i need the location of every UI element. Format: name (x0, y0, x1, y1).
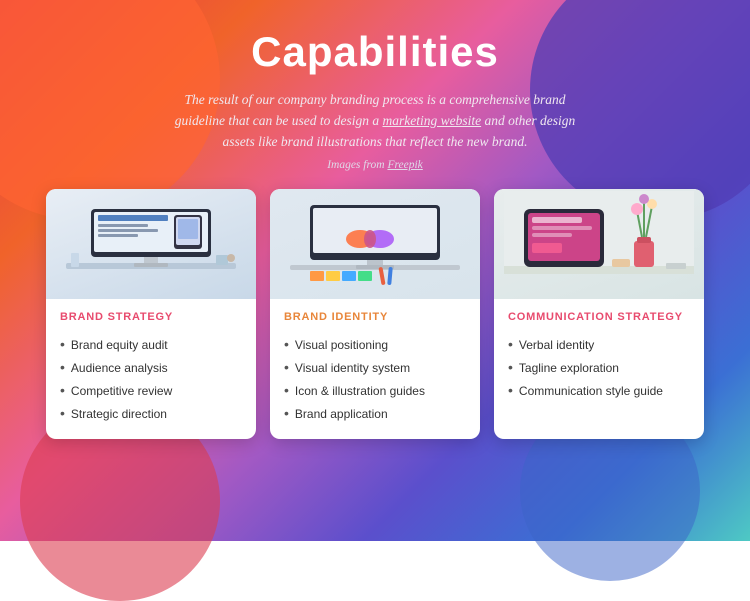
mockup-brand-strategy (46, 189, 256, 299)
card-category-brand-identity: BRAND IDENTITY (284, 311, 466, 323)
card-list-brand-identity: Visual positioning Visual identity syste… (284, 333, 466, 425)
list-item: Competitive review (60, 379, 242, 402)
card-body-brand-identity: BRAND IDENTITY Visual positioning Visual… (270, 299, 480, 439)
list-item: Visual identity system (284, 356, 466, 379)
card-communication-strategy: COMMUNICATION STRATEGY Verbal identity T… (494, 189, 704, 439)
list-item: Brand application (284, 402, 466, 425)
card-body-brand-strategy: BRAND STRATEGY Brand equity audit Audien… (46, 299, 256, 439)
card-brand-identity: BRAND IDENTITY Visual positioning Visual… (270, 189, 480, 439)
image-credit-prefix: Images from (327, 159, 387, 171)
subtitle: The result of our company branding proce… (165, 90, 585, 153)
card-list-communication-strategy: Verbal identity Tagline exploration Comm… (508, 333, 690, 402)
card-image-brand-strategy (46, 189, 256, 299)
list-item: Communication style guide (508, 379, 690, 402)
card-brand-strategy: BRAND STRATEGY Brand equity audit Audien… (46, 189, 256, 439)
card-body-communication-strategy: COMMUNICATION STRATEGY Verbal identity T… (494, 299, 704, 439)
list-item: Verbal identity (508, 333, 690, 356)
list-item: Strategic direction (60, 402, 242, 425)
list-item: Icon & illustration guides (284, 379, 466, 402)
main-content: Capabilities The result of our company b… (0, 0, 750, 459)
card-category-brand-strategy: BRAND STRATEGY (60, 311, 242, 323)
card-image-communication-strategy (494, 189, 704, 299)
page-title: Capabilities (251, 28, 499, 76)
list-item: Tagline exploration (508, 356, 690, 379)
card-image-brand-identity (270, 189, 480, 299)
list-item: Brand equity audit (60, 333, 242, 356)
mockup-communication-strategy (494, 189, 704, 299)
list-item: Visual positioning (284, 333, 466, 356)
marketing-website-link[interactable]: marketing website (382, 113, 481, 128)
card-category-communication-strategy: COMMUNICATION STRATEGY (508, 311, 690, 323)
mockup-brand-identity (270, 189, 480, 299)
freepik-link[interactable]: Freepik (387, 159, 422, 171)
card-list-brand-strategy: Brand equity audit Audience analysis Com… (60, 333, 242, 425)
list-item: Audience analysis (60, 356, 242, 379)
cards-container: BRAND STRATEGY Brand equity audit Audien… (30, 189, 720, 439)
image-credit: Images from Freepik (327, 159, 423, 171)
